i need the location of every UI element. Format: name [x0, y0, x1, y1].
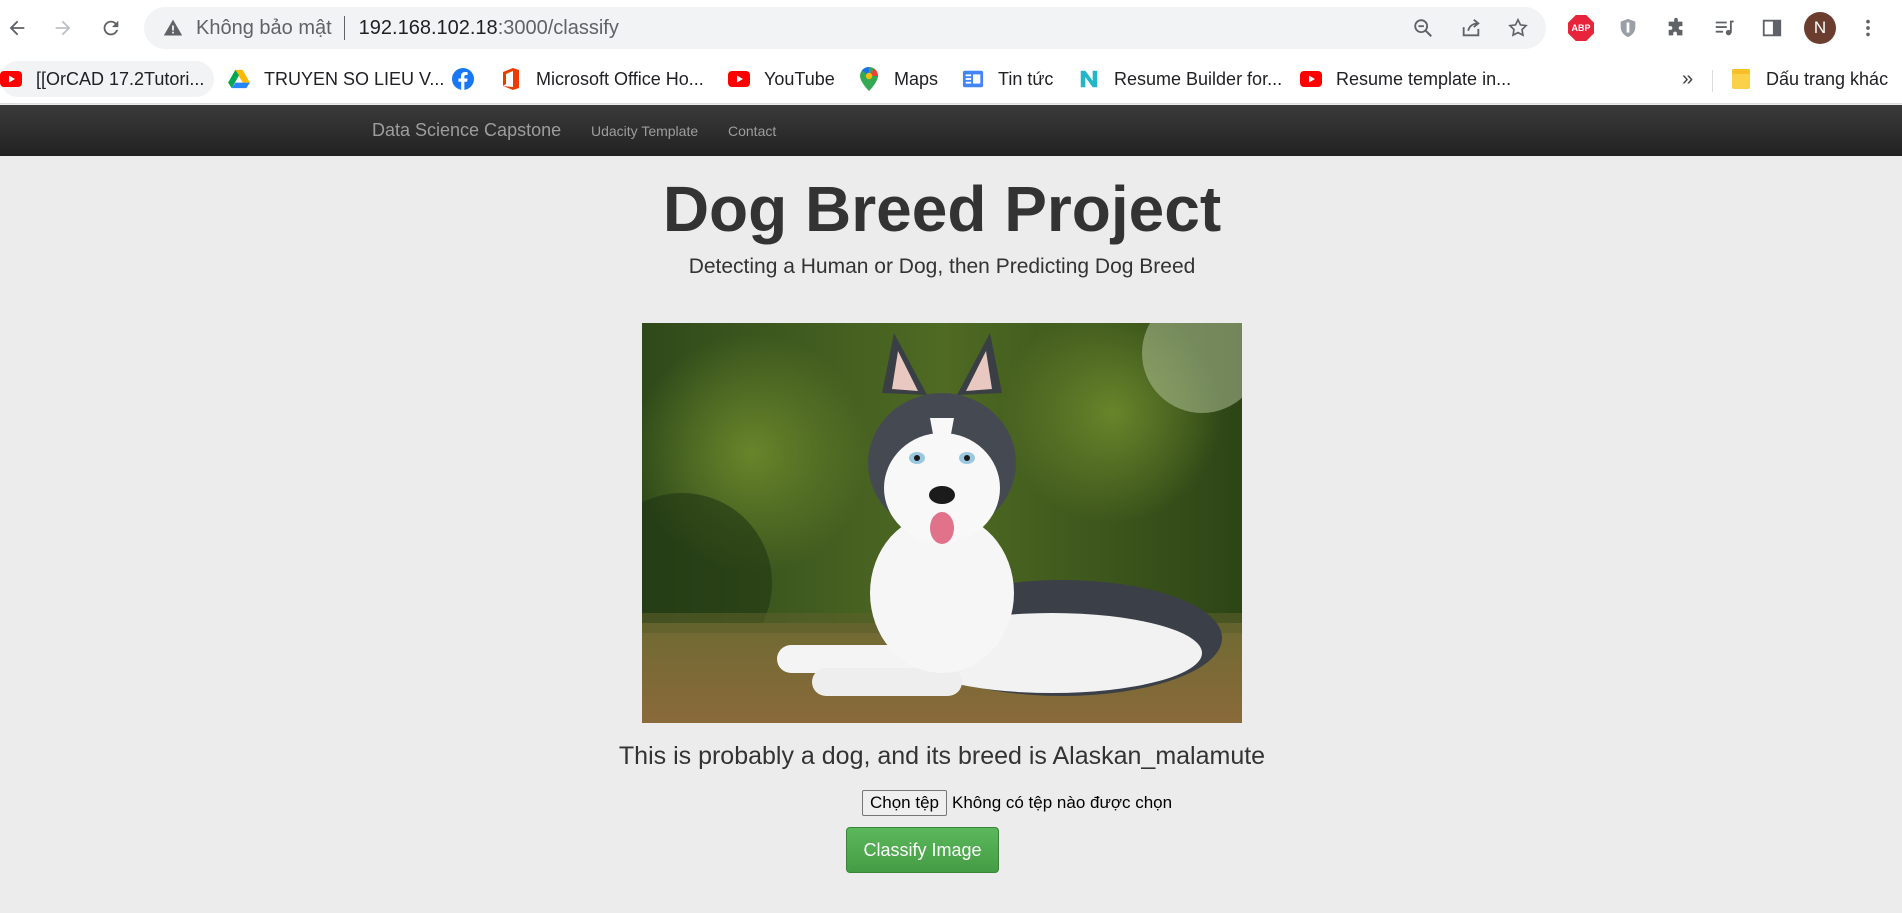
- media-queue-icon[interactable]: [1707, 11, 1741, 45]
- classify-image-button[interactable]: Classify Image: [846, 827, 999, 873]
- bookmark-label: Microsoft Office Ho...: [536, 68, 704, 89]
- bookmark-label: YouTube: [764, 68, 835, 89]
- extensions-puzzle-icon[interactable]: [1659, 11, 1693, 45]
- youtube-icon: [1300, 68, 1322, 90]
- security-label[interactable]: Không bảo mật: [196, 17, 332, 40]
- youtube-icon: [0, 68, 22, 90]
- address-bar[interactable]: Không bảo mật 192.168.102.18:3000/classi…: [144, 7, 1546, 49]
- bookmark-item[interactable]: Resume template in...: [1300, 61, 1511, 97]
- profile-avatar[interactable]: N: [1803, 11, 1837, 45]
- other-bookmarks-label: Dấu trang khác: [1766, 68, 1889, 89]
- bookmarks-divider: [1712, 70, 1713, 92]
- bookmark-item[interactable]: YouTube: [728, 61, 835, 97]
- page-subtitle: Detecting a Human or Dog, then Predictin…: [688, 255, 1196, 278]
- nav-link-udacity-template[interactable]: Udacity Template: [591, 123, 698, 139]
- adblock-plus-icon[interactable]: ABP: [1564, 11, 1598, 45]
- profile-initial: N: [1804, 12, 1836, 44]
- forward-icon[interactable]: [46, 11, 80, 45]
- bookmarks-bar: [[OrCAD 17.2Tutori... TRUYEN SO LIEU V..…: [0, 56, 1902, 104]
- nav-link-contact[interactable]: Contact: [728, 123, 776, 139]
- bookmark-item[interactable]: [[OrCAD 17.2Tutori...: [0, 61, 215, 97]
- n-logo-icon: [1078, 68, 1100, 90]
- back-icon[interactable]: [0, 11, 34, 45]
- youtube-icon: [728, 68, 750, 90]
- browser-toolbar: Không bảo mật 192.168.102.18:3000/classi…: [0, 0, 1902, 56]
- shield-extension-icon[interactable]: [1611, 11, 1645, 45]
- adblock-plus-label: ABP: [1568, 15, 1594, 41]
- bookmark-label: Maps: [894, 68, 939, 89]
- bookmark-item[interactable]: Maps: [858, 61, 938, 97]
- bookmark-label: Resume template in...: [1336, 68, 1512, 89]
- google-drive-icon: [228, 68, 250, 90]
- bookmark-label: TRUYEN SO LIEU V...: [264, 68, 445, 89]
- navbar-brand[interactable]: Data Science Capstone: [372, 120, 561, 141]
- bookmark-item[interactable]: Tin tức: [962, 61, 1053, 97]
- dog-photo: [642, 323, 1242, 723]
- page-title: Dog Breed Project: [662, 173, 1222, 245]
- bookmark-item[interactable]: Resume Builder for...: [1078, 61, 1282, 97]
- site-navbar: Data Science Capstone Udacity Template C…: [0, 105, 1902, 156]
- bookmarks-overflow-chevron[interactable]: »: [1682, 68, 1693, 91]
- address-divider: [343, 16, 345, 40]
- bookmark-item[interactable]: Microsoft Office Ho...: [500, 61, 704, 97]
- bookmark-item[interactable]: [452, 61, 488, 97]
- facebook-icon: [452, 68, 474, 90]
- choose-file-button[interactable]: Chọn tệp: [862, 790, 947, 816]
- url-path: :3000/classify: [497, 16, 619, 39]
- more-menu-icon[interactable]: [1851, 11, 1885, 45]
- url-host: 192.168.102.18: [358, 16, 498, 39]
- file-input[interactable]: Chọn tệp Không có tệp nào được chọn: [862, 790, 1172, 816]
- warning-icon[interactable]: [162, 17, 184, 39]
- bookmark-star-icon[interactable]: [1501, 11, 1535, 45]
- reload-icon[interactable]: [94, 11, 128, 45]
- folder-icon: [1730, 68, 1752, 90]
- bookmark-label: Resume Builder for...: [1114, 68, 1283, 89]
- share-icon[interactable]: [1454, 11, 1488, 45]
- prediction-result: This is probably a dog, and its breed is…: [618, 742, 1266, 770]
- office-icon: [500, 68, 522, 90]
- side-panel-icon[interactable]: [1755, 11, 1789, 45]
- google-news-icon: [962, 68, 984, 90]
- bookmark-label: Tin tức: [998, 68, 1054, 89]
- other-bookmarks[interactable]: Dấu trang khác: [1730, 61, 1888, 97]
- bookmark-item[interactable]: TRUYEN SO LIEU V...: [228, 61, 444, 97]
- zoom-icon[interactable]: [1406, 11, 1440, 45]
- url-text[interactable]: 192.168.102.18:3000/classify: [359, 17, 619, 40]
- bookmark-label: [[OrCAD 17.2Tutori...: [36, 68, 205, 89]
- maps-icon: [858, 67, 880, 91]
- file-status: Không có tệp nào được chọn: [952, 793, 1173, 812]
